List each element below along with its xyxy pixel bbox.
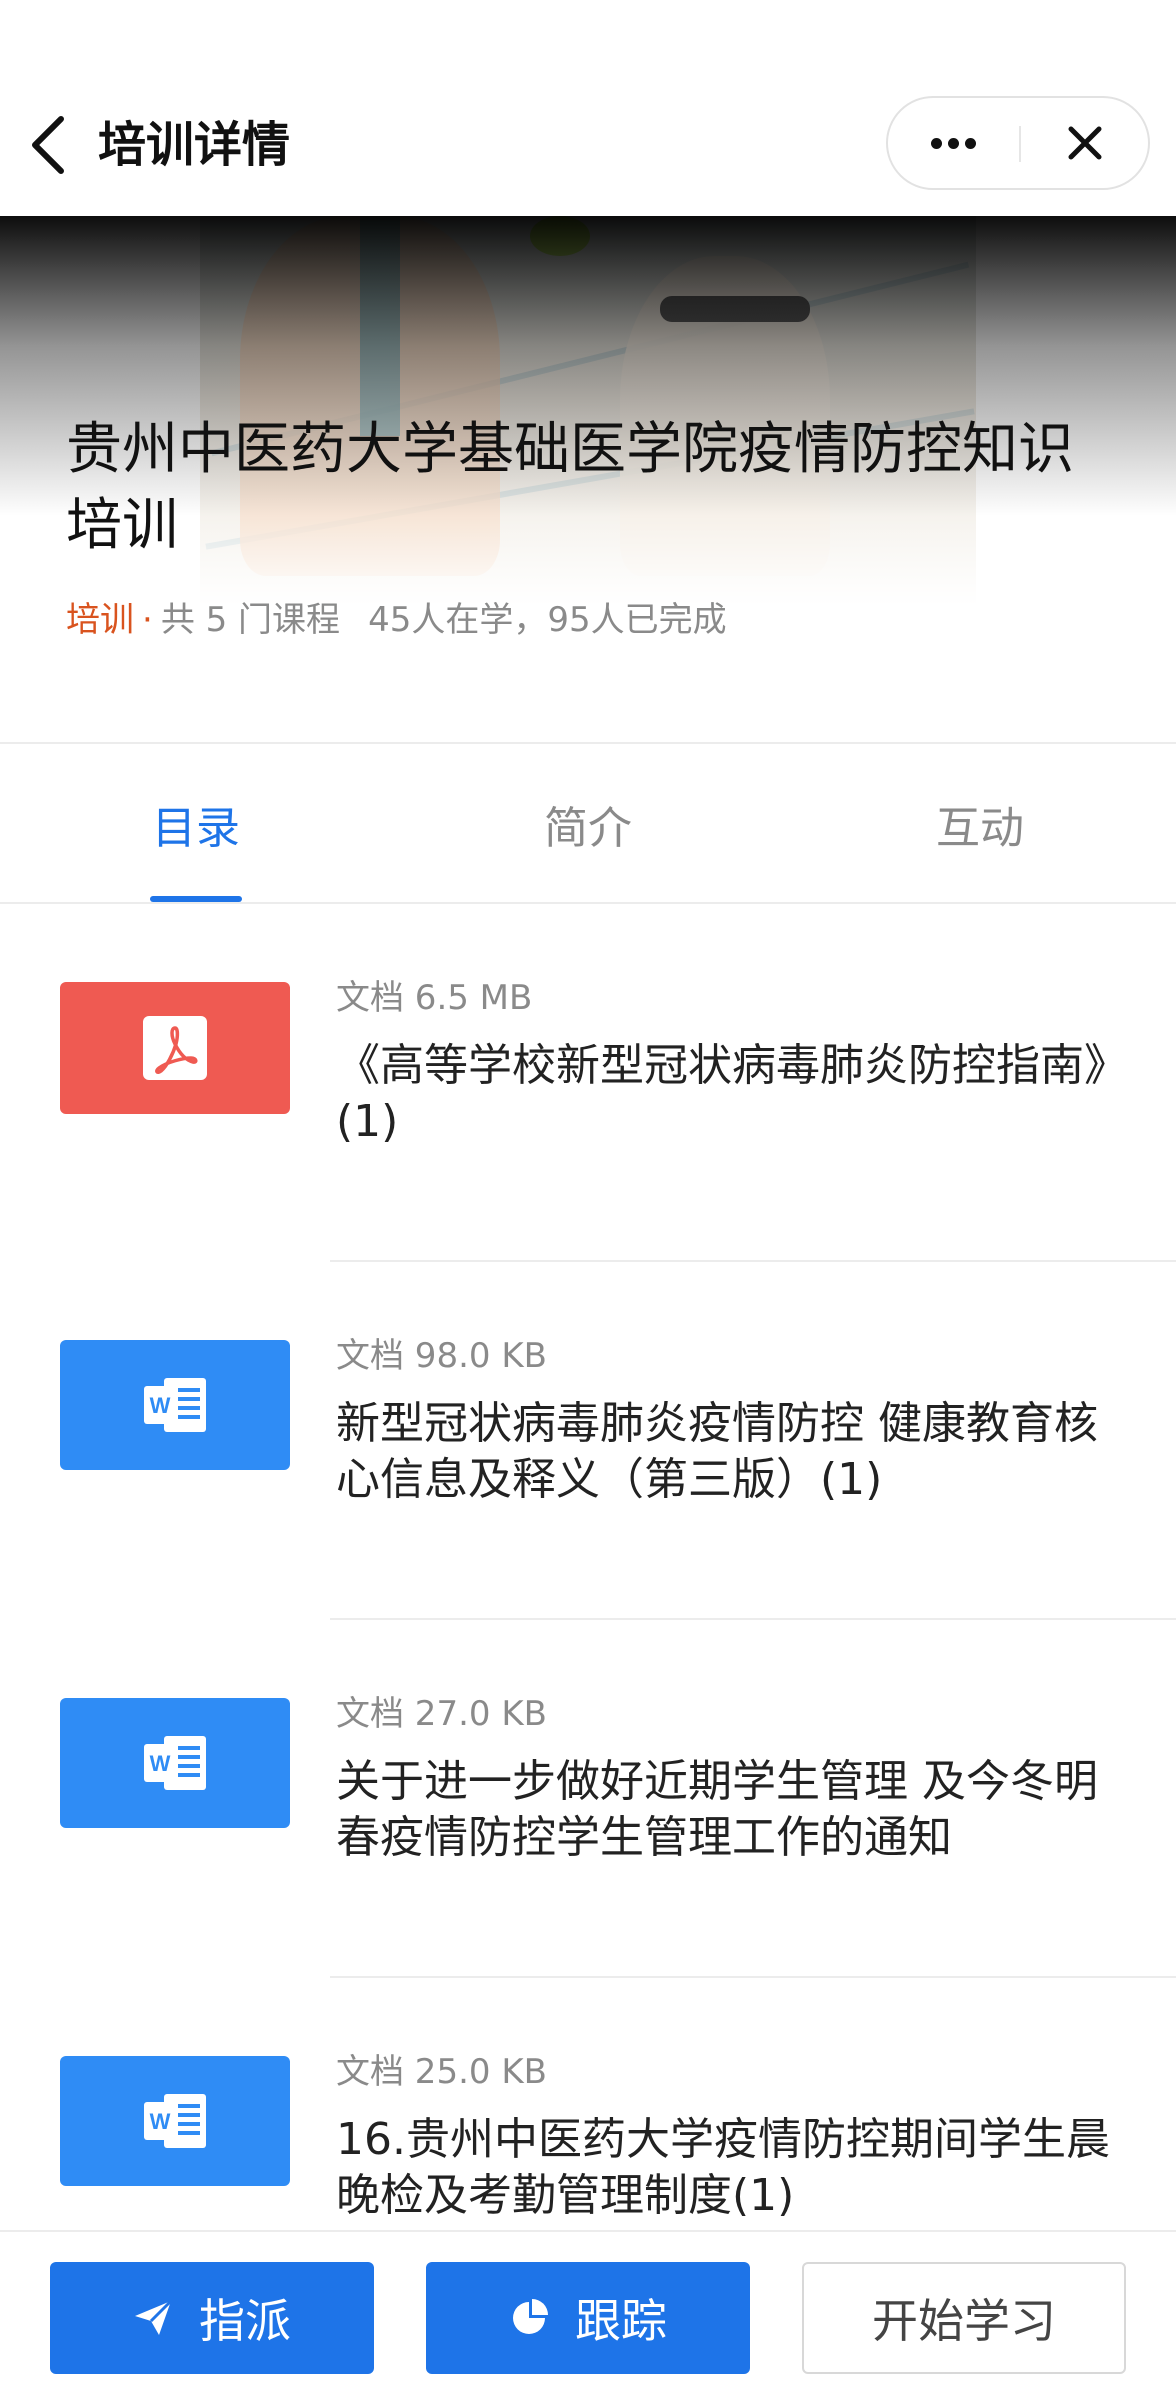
word-icon: W xyxy=(60,1340,290,1470)
tab-intro[interactable]: 简介 xyxy=(392,746,784,902)
capsule-divider xyxy=(1019,126,1021,162)
svg-text:W: W xyxy=(150,1751,171,1776)
item-meta: 文档 27.0 KB xyxy=(336,1694,547,1734)
learner-stats: 45人在学，95人已完成 xyxy=(368,600,727,640)
chevron-left-icon xyxy=(32,116,64,174)
pie-chart-icon xyxy=(509,2298,549,2338)
section-divider xyxy=(0,742,1176,744)
item-title: 关于进一步做好近期学生管理 及今冬明春疫情防控学生管理工作的通知 xyxy=(336,1756,1098,1863)
list-item[interactable]: W 文档 27.0 KB 关于进一步做好近期学生管理 及今冬明春疫情防控学生管理… xyxy=(0,1620,1176,1978)
assign-button[interactable]: 指派 xyxy=(50,2262,374,2374)
item-title: 新型冠状病毒肺炎疫情防控 健康教育核心信息及释义（第三版）(1) xyxy=(336,1398,1098,1505)
list-item[interactable]: W 文档 98.0 KB 新型冠状病毒肺炎疫情防控 健康教育核心信息及释义（第三… xyxy=(0,1262,1176,1620)
svg-text:W: W xyxy=(150,1393,171,1418)
item-title: 16.贵州中医药大学疫情防控期间学生晨晚检及考勤管理制度(1) xyxy=(336,2114,1110,2221)
close-icon xyxy=(1068,126,1102,160)
item-title: 《高等学校新型冠状病毒肺炎防控指南》(1) xyxy=(336,1040,1106,1147)
meta-separator: · xyxy=(142,600,153,640)
item-meta: 文档 98.0 KB xyxy=(336,1336,547,1376)
word-icon: W xyxy=(60,1698,290,1828)
page-title: 培训详情 xyxy=(98,117,291,173)
course-type-tag: 培训 xyxy=(66,600,134,640)
track-button[interactable]: 跟踪 xyxy=(426,2262,750,2374)
course-title: 贵州中医药大学基础医学院疫情防控知识培训 xyxy=(66,417,1074,558)
track-label: 跟踪 xyxy=(575,2294,667,2348)
item-meta: 文档 25.0 KB xyxy=(336,2052,547,2092)
word-icon: W xyxy=(60,2056,290,2186)
list-item[interactable]: 文档 6.5 MB 《高等学校新型冠状病毒肺炎防控指南》(1) xyxy=(0,904,1176,1262)
more-button[interactable] xyxy=(888,98,1018,188)
course-meta: 培训 · 共 5 门课程 45人在学，95人已完成 xyxy=(66,596,727,644)
close-button[interactable] xyxy=(1022,98,1148,188)
tab-bar: 目录 简介 互动 xyxy=(0,746,1176,902)
send-icon xyxy=(133,2299,173,2337)
bottom-action-bar: 指派 跟踪 开始学习 xyxy=(0,2230,1176,2402)
tab-catalog[interactable]: 目录 xyxy=(0,746,392,902)
item-meta: 文档 6.5 MB xyxy=(336,978,533,1018)
course-count: 共 5 门课程 xyxy=(160,600,341,640)
course-banner: 贵州中医药大学基础医学院疫情防控知识培训 培训 · 共 5 门课程 45人在学，95人… xyxy=(0,216,1176,746)
more-dots-icon xyxy=(928,134,979,153)
top-bar: 培训详情 xyxy=(0,0,1176,216)
pdf-icon xyxy=(60,982,290,1114)
svg-text:W: W xyxy=(150,2109,171,2134)
mini-program-capsule xyxy=(886,96,1150,190)
back-button[interactable] xyxy=(22,110,72,180)
tab-interaction[interactable]: 互动 xyxy=(784,746,1176,902)
start-learning-button[interactable]: 开始学习 xyxy=(802,2262,1126,2374)
assign-label: 指派 xyxy=(199,2294,291,2348)
